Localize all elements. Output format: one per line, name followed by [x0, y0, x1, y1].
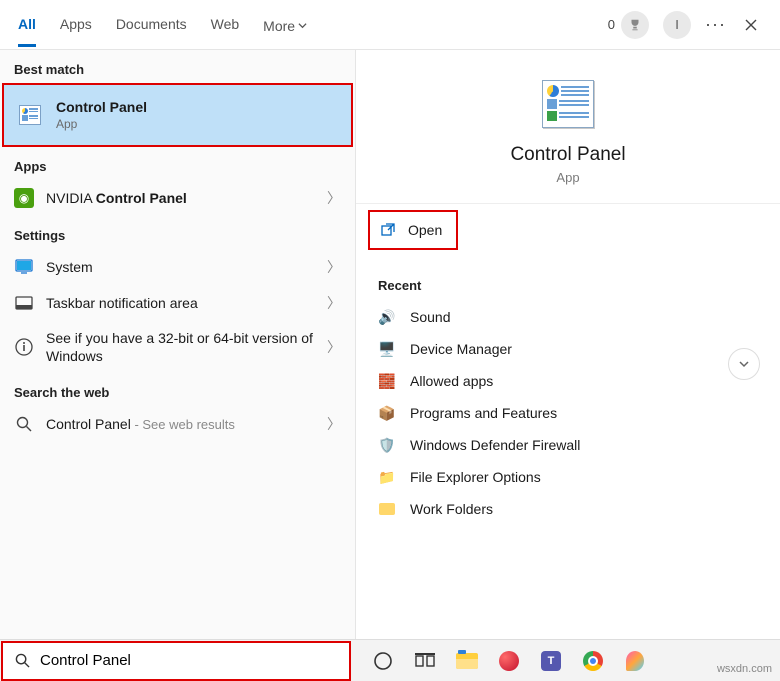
account-avatar[interactable]: I: [663, 11, 691, 39]
chevron-down-icon: [738, 358, 750, 370]
tab-apps[interactable]: Apps: [60, 2, 92, 47]
tab-more-label: More: [263, 18, 295, 34]
paint-icon[interactable]: [621, 647, 649, 675]
firewall-allow-icon: 🧱: [378, 372, 396, 390]
taskbar-icons: T: [351, 647, 649, 675]
sound-icon: 🔊: [378, 308, 396, 326]
work-folders-icon: [378, 500, 396, 518]
firewall-icon: 🛡️: [378, 436, 396, 454]
best-match-subtitle: App: [56, 117, 337, 131]
folder-options-icon: 📁: [378, 468, 396, 486]
recent-label: File Explorer Options: [410, 469, 541, 485]
chrome-icon[interactable]: [579, 647, 607, 675]
open-icon: [380, 222, 396, 238]
trophy-icon: [621, 11, 649, 39]
chevron-right-icon: 〉: [321, 188, 341, 208]
best-match-text: Control Panel App: [56, 99, 337, 131]
tab-web[interactable]: Web: [211, 2, 240, 47]
task-view-icon[interactable]: [411, 647, 439, 675]
settings-heading: Settings: [0, 216, 355, 249]
search-header: All Apps Documents Web More 0 I ···: [0, 0, 780, 50]
header-right: 0 I ···: [608, 11, 762, 39]
setting-title: Taskbar notification area: [46, 295, 321, 311]
setting-system[interactable]: System 〉: [0, 249, 355, 285]
preview-header: Control Panel App: [356, 50, 780, 204]
search-input[interactable]: [40, 652, 337, 669]
recent-label: Allowed apps: [410, 373, 493, 389]
programs-icon: 📦: [378, 404, 396, 422]
close-button[interactable]: [740, 14, 762, 36]
watermark: wsxdn.com: [717, 663, 772, 675]
tab-more[interactable]: More: [263, 2, 307, 47]
best-match-heading: Best match: [0, 50, 355, 83]
chevron-right-icon: 〉: [321, 337, 341, 357]
app-result-nvidia[interactable]: ◉ NVIDIA Control Panel 〉: [0, 180, 355, 216]
nvidia-icon: ◉: [14, 188, 34, 208]
recent-defender-firewall[interactable]: 🛡️ Windows Defender Firewall: [366, 429, 770, 461]
preview-panel: Control Panel App Open Recent 🔊 Sound 🖥️ D…: [355, 50, 780, 681]
setting-title: System: [46, 259, 321, 275]
best-match-title: Control Panel: [56, 99, 147, 115]
taskbar-icon: [14, 293, 34, 313]
recent-heading: Recent: [356, 256, 780, 301]
recent-allowed-apps[interactable]: 🧱 Allowed apps: [366, 365, 770, 397]
open-label: Open: [408, 222, 442, 238]
start-search-window: All Apps Documents Web More 0 I ···: [0, 0, 780, 681]
chevron-right-icon: 〉: [321, 414, 341, 434]
results-panel: Best match Control Panel App Apps ◉ NVID…: [0, 50, 355, 681]
preview-subtitle: App: [556, 170, 579, 185]
recent-device-manager[interactable]: 🖥️ Device Manager: [366, 333, 770, 365]
recent-list: 🔊 Sound 🖥️ Device Manager 🧱 Allowed apps 📦 P…: [356, 301, 780, 525]
recent-label: Work Folders: [410, 501, 493, 517]
tab-documents[interactable]: Documents: [116, 2, 187, 47]
recent-work-folders[interactable]: Work Folders: [366, 493, 770, 525]
search-body: Best match Control Panel App Apps ◉ NVID…: [0, 50, 780, 681]
recent-file-explorer-options[interactable]: 📁 File Explorer Options: [366, 461, 770, 493]
cortana-icon[interactable]: [369, 647, 397, 675]
expand-button[interactable]: [728, 348, 760, 380]
recent-label: Windows Defender Firewall: [410, 437, 580, 453]
taskbar: T: [0, 639, 780, 681]
search-icon: [14, 414, 34, 434]
control-panel-icon-large: [542, 80, 594, 128]
chevron-right-icon: 〉: [321, 293, 341, 313]
recent-label: Sound: [410, 309, 450, 325]
preview-actions: Open: [356, 204, 780, 256]
app-result-title: NVIDIA Control Panel: [46, 190, 321, 206]
tab-all[interactable]: All: [18, 2, 36, 47]
apps-heading: Apps: [0, 147, 355, 180]
open-button[interactable]: Open: [368, 210, 458, 250]
best-match-result[interactable]: Control Panel App: [2, 83, 353, 147]
recent-programs-features[interactable]: 📦 Programs and Features: [366, 397, 770, 429]
chevron-down-icon: [298, 21, 307, 30]
recent-label: Programs and Features: [410, 405, 557, 421]
display-icon: [14, 257, 34, 277]
setting-taskbar-notification[interactable]: Taskbar notification area 〉: [0, 285, 355, 321]
setting-title: See if you have a 32-bit or 64-bit versi…: [46, 329, 321, 365]
web-result[interactable]: Control Panel - See web results 〉: [0, 406, 355, 442]
recent-label: Device Manager: [410, 341, 512, 357]
recent-sound[interactable]: 🔊 Sound: [366, 301, 770, 333]
web-result-title: Control Panel - See web results: [46, 416, 321, 432]
taskbar-search[interactable]: [1, 641, 351, 681]
file-explorer-icon[interactable]: [453, 647, 481, 675]
search-icon: [15, 653, 30, 668]
control-panel-icon: [18, 103, 42, 127]
rewards-points: 0: [608, 17, 615, 32]
rewards-badge[interactable]: 0: [608, 11, 649, 39]
teams-icon[interactable]: T: [537, 647, 565, 675]
info-icon: [14, 337, 34, 357]
opera-icon[interactable]: [495, 647, 523, 675]
chevron-right-icon: 〉: [321, 257, 341, 277]
setting-system-type[interactable]: See if you have a 32-bit or 64-bit versi…: [0, 321, 355, 373]
device-manager-icon: 🖥️: [378, 340, 396, 358]
options-button[interactable]: ···: [705, 14, 726, 35]
filter-tabs: All Apps Documents Web More: [18, 2, 608, 47]
web-heading: Search the web: [0, 373, 355, 406]
preview-title: Control Panel: [510, 144, 625, 166]
